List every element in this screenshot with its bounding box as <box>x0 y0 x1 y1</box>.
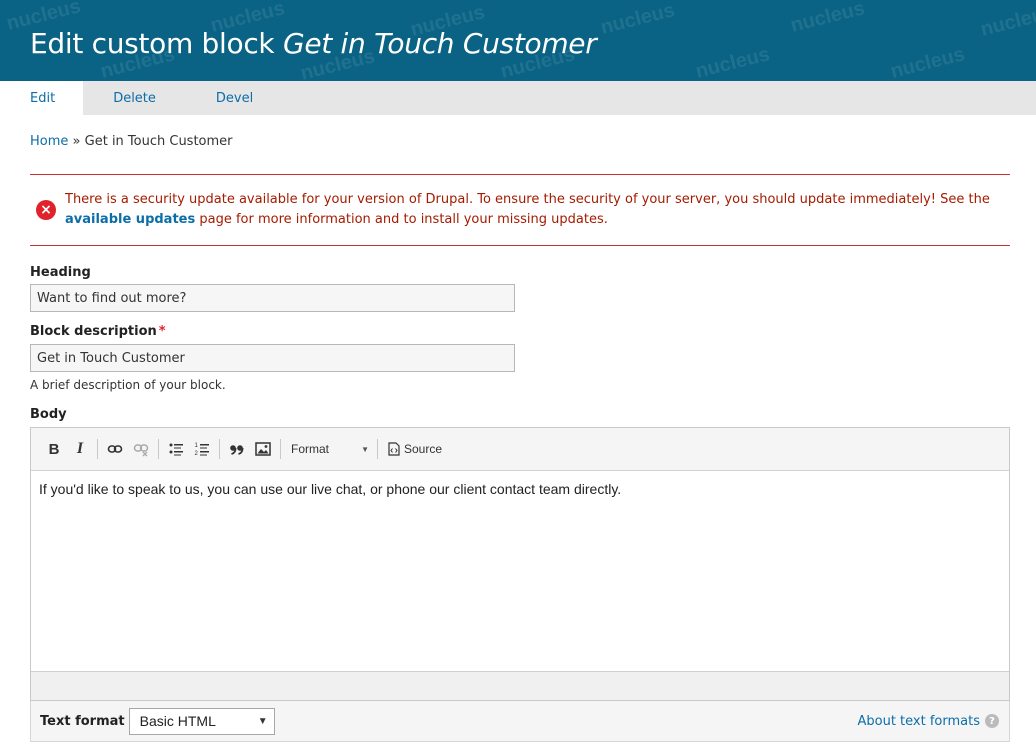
breadcrumb-current: Get in Touch Customer <box>84 134 233 149</box>
source-button[interactable]: Source <box>382 442 448 456</box>
breadcrumb-home-link[interactable]: Home <box>30 134 68 149</box>
watermark: nucleus <box>598 0 677 39</box>
text-format-selected: Basic HTML <box>139 713 216 729</box>
watermark: nucleus <box>693 43 772 81</box>
error-message-text: There is a security update available for… <box>65 190 1010 230</box>
page-title-prefix: Edit custom block <box>30 27 283 60</box>
page-title-block-name: Get in Touch Customer <box>282 27 597 60</box>
editor-status-bar <box>31 671 1009 700</box>
help-icon: ? <box>985 714 999 728</box>
format-dropdown[interactable]: Format ▼ <box>285 437 373 461</box>
breadcrumb: Home » Get in Touch Customer <box>30 134 233 149</box>
unlink-icon[interactable] <box>128 437 154 461</box>
source-button-label: Source <box>404 442 443 456</box>
message-text-before: There is a security update available for… <box>65 192 990 207</box>
toolbar-separator <box>280 439 281 459</box>
heading-input[interactable] <box>30 284 515 312</box>
message-text-after: page for more information and to install… <box>195 212 608 227</box>
blockquote-icon[interactable] <box>224 437 250 461</box>
block-description-label-text: Block description <box>30 324 157 339</box>
about-text-formats-label: About text formats <box>857 713 980 729</box>
error-icon: × <box>36 200 56 220</box>
toolbar-separator <box>158 439 159 459</box>
bulleted-list-icon[interactable] <box>163 437 189 461</box>
watermark: nucleus <box>978 1 1036 41</box>
page-title: Edit custom block Get in Touch Customer <box>30 27 597 60</box>
available-updates-link[interactable]: available updates <box>65 212 195 227</box>
editor-toolbar: B I 12 Format ▼ Source <box>31 428 1009 471</box>
text-format-select[interactable]: Basic HTML ▼ <box>128 707 275 735</box>
body-label: Body <box>30 407 67 422</box>
svg-text:1: 1 <box>195 443 199 449</box>
svg-text:2: 2 <box>195 451 199 457</box>
numbered-list-icon[interactable]: 12 <box>189 437 215 461</box>
primary-tabs: Edit Delete Devel <box>0 81 1036 115</box>
link-icon[interactable] <box>102 437 128 461</box>
body-editor: B I 12 Format ▼ Source If you'd like to … <box>30 427 1010 701</box>
about-text-formats-link[interactable]: About text formats ? <box>857 714 999 729</box>
toolbar-separator <box>219 439 220 459</box>
chevron-down-icon: ▼ <box>257 715 268 727</box>
watermark: nucleus <box>788 0 867 37</box>
error-message: × There is a security update available f… <box>30 174 1010 246</box>
italic-button[interactable]: I <box>67 437 93 461</box>
heading-label: Heading <box>30 265 91 280</box>
text-format-bar: Text format Basic HTML ▼ About text form… <box>30 701 1010 742</box>
editor-content[interactable]: If you'd like to speak to us, you can us… <box>31 471 1009 671</box>
tab-edit[interactable]: Edit <box>0 81 84 115</box>
tab-devel[interactable]: Devel <box>186 81 283 115</box>
block-description-label: Block description * <box>30 324 166 339</box>
text-format-label: Text format <box>40 713 125 729</box>
toolbar-separator <box>97 439 98 459</box>
image-icon[interactable] <box>250 437 276 461</box>
format-dropdown-label: Format <box>291 442 330 456</box>
tab-delete[interactable]: Delete <box>83 81 186 115</box>
required-marker: * <box>158 324 166 339</box>
source-icon <box>388 442 400 456</box>
block-description-input[interactable] <box>30 344 515 372</box>
chevron-down-icon: ▼ <box>361 444 369 454</box>
bold-button[interactable]: B <box>41 437 67 461</box>
watermark: nucleus <box>888 43 967 81</box>
block-description-help: A brief description of your block. <box>30 378 226 392</box>
breadcrumb-separator: » <box>72 134 81 149</box>
toolbar-separator <box>377 439 378 459</box>
page-header: nucleus nucleus nucleus nucleus nucleus … <box>0 0 1036 81</box>
